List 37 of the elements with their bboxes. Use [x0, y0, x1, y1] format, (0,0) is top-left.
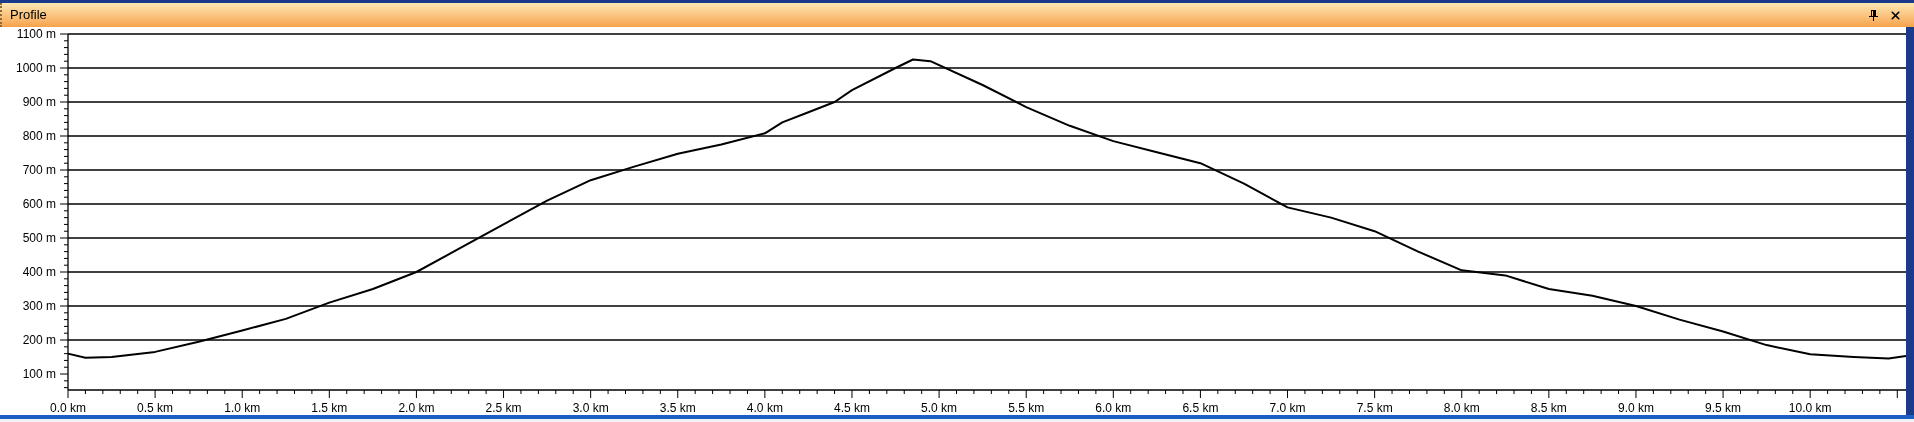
axis-label: 9.5 km	[1705, 401, 1742, 415]
axis-label: 900 m	[22, 95, 56, 109]
axis-label: 500 m	[22, 231, 56, 245]
axis-label: 5.0 km	[921, 401, 958, 415]
axis-label: 800 m	[22, 129, 56, 143]
axis-label: 6.0 km	[1095, 401, 1132, 415]
axis-label: 200 m	[22, 333, 56, 347]
axis-label: 1000 m	[15, 61, 56, 75]
axis-label: 300 m	[22, 299, 56, 313]
axis-label: 0.5 km	[137, 401, 174, 415]
axis-label: 7.0 km	[1269, 401, 1306, 415]
axis-label: 1.5 km	[311, 401, 348, 415]
axis-label: 1.0 km	[224, 401, 261, 415]
axis-label: 2.5 km	[485, 401, 522, 415]
axis-label: 100 m	[22, 367, 56, 381]
axis-label: 3.5 km	[659, 401, 696, 415]
axis-label: 700 m	[22, 163, 56, 177]
axis-label: 8.5 km	[1530, 401, 1567, 415]
axis-label: 3.0 km	[572, 401, 609, 415]
axis-label: 10.0 km	[1788, 401, 1832, 415]
axis-label: 400 m	[22, 265, 56, 279]
axis-label: 600 m	[22, 197, 56, 211]
axis-label: 4.5 km	[833, 401, 870, 415]
window-title: Profile	[10, 6, 47, 25]
pin-button[interactable]	[1866, 8, 1880, 22]
axis-label: 7.5 km	[1356, 401, 1393, 415]
close-icon	[1888, 8, 1902, 22]
axis-label: 5.5 km	[1008, 401, 1045, 415]
axis-label: 8.0 km	[1443, 401, 1480, 415]
axis-label: 4.0 km	[746, 401, 783, 415]
axis-label: 2.0 km	[398, 401, 435, 415]
close-button[interactable]	[1888, 8, 1902, 22]
pin-icon	[1868, 9, 1878, 21]
axis-label: 1100 m	[16, 27, 56, 41]
axis-label: 6.5 km	[1182, 401, 1219, 415]
axis-label: 9.0 km	[1617, 401, 1654, 415]
axis-label: 0.0 km	[50, 401, 86, 415]
